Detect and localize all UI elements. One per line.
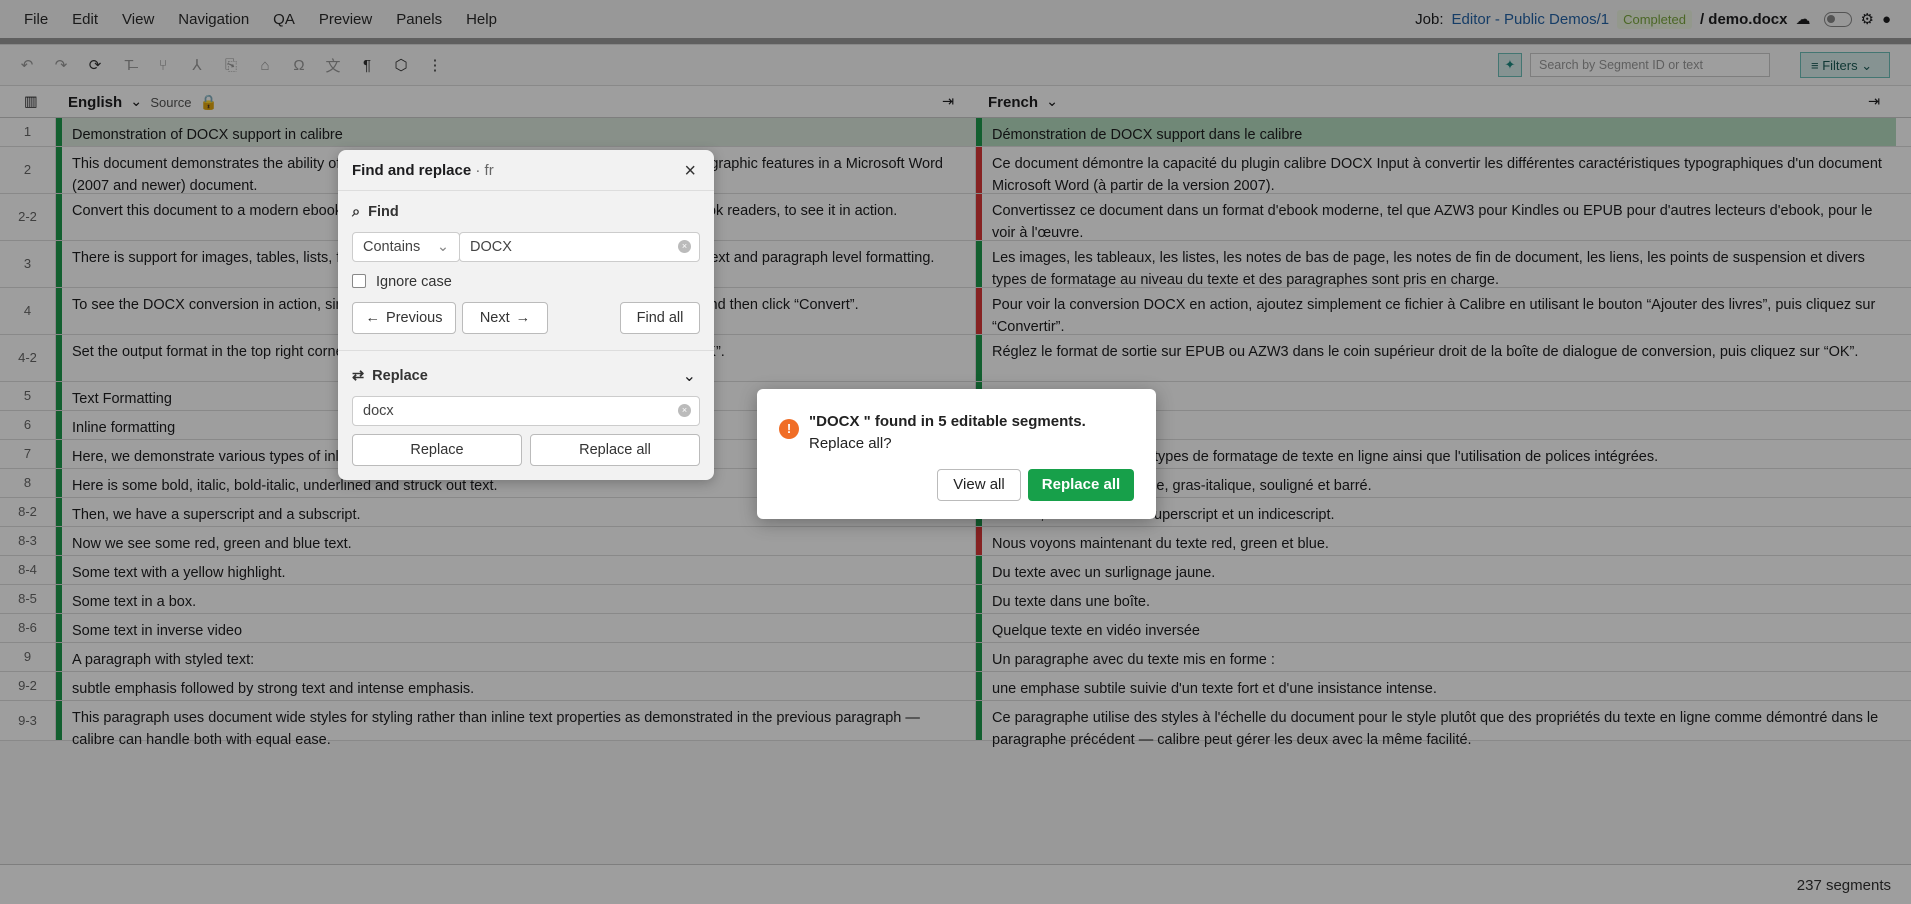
find-label: Find	[368, 204, 399, 220]
ignore-case-checkbox[interactable]	[352, 274, 366, 288]
divider	[338, 350, 714, 351]
search-icon: ⌕	[352, 204, 361, 220]
close-icon[interactable]: ×	[684, 160, 696, 183]
chevron-down-icon: ⌄	[436, 239, 449, 255]
replace-icon: ⇄	[352, 368, 365, 384]
find-section-label: ⌕ Find	[352, 204, 399, 220]
find-value: DOCX	[470, 239, 512, 255]
confirm-replace-all-button[interactable]: Replace all	[1028, 469, 1134, 501]
panel-title-text: Find and replace	[352, 162, 472, 179]
panel-lang: · fr	[475, 162, 494, 179]
previous-button[interactable]: ← Previous	[352, 302, 456, 334]
view-all-button[interactable]: View all	[937, 469, 1021, 501]
find-replace-panel: Find and replace · fr × ⌕ Find Contains ⌄…	[338, 150, 714, 480]
dialog-question: Replace all?	[809, 435, 892, 452]
panel-title: Find and replace · fr	[352, 162, 494, 179]
warning-icon: !	[779, 419, 799, 439]
find-all-button[interactable]: Find all	[620, 302, 700, 334]
next-label: Next	[479, 310, 510, 326]
ignore-case-label: Ignore case	[376, 274, 452, 290]
replace-all-button[interactable]: Replace all	[530, 434, 700, 466]
replace-label: Replace	[372, 368, 428, 384]
chevron-down-icon[interactable]: ⌄	[683, 366, 696, 386]
next-button[interactable]: Next →	[462, 302, 548, 334]
dialog-message: "DOCX " found in 5 editable segments. Re…	[809, 411, 1109, 455]
dialog-message-text: "DOCX " found in 5 editable segments.	[809, 413, 1086, 430]
confirm-dialog: ! "DOCX " found in 5 editable segments. …	[757, 389, 1156, 519]
arrow-right-icon: →	[515, 310, 531, 326]
find-input[interactable]: DOCX ×	[459, 232, 700, 262]
clear-icon[interactable]: ×	[678, 240, 691, 253]
previous-label: Previous	[386, 310, 443, 326]
match-mode-select[interactable]: Contains ⌄	[352, 232, 460, 262]
clear-icon[interactable]: ×	[678, 404, 691, 417]
arrow-left-icon: ←	[365, 310, 381, 326]
replace-input[interactable]: docx ×	[352, 396, 700, 426]
match-mode-value: Contains	[363, 239, 421, 255]
divider	[338, 190, 714, 191]
replace-section-label: ⇄ Replace	[352, 368, 428, 384]
replace-button[interactable]: Replace	[352, 434, 522, 466]
replace-value: docx	[363, 403, 394, 419]
